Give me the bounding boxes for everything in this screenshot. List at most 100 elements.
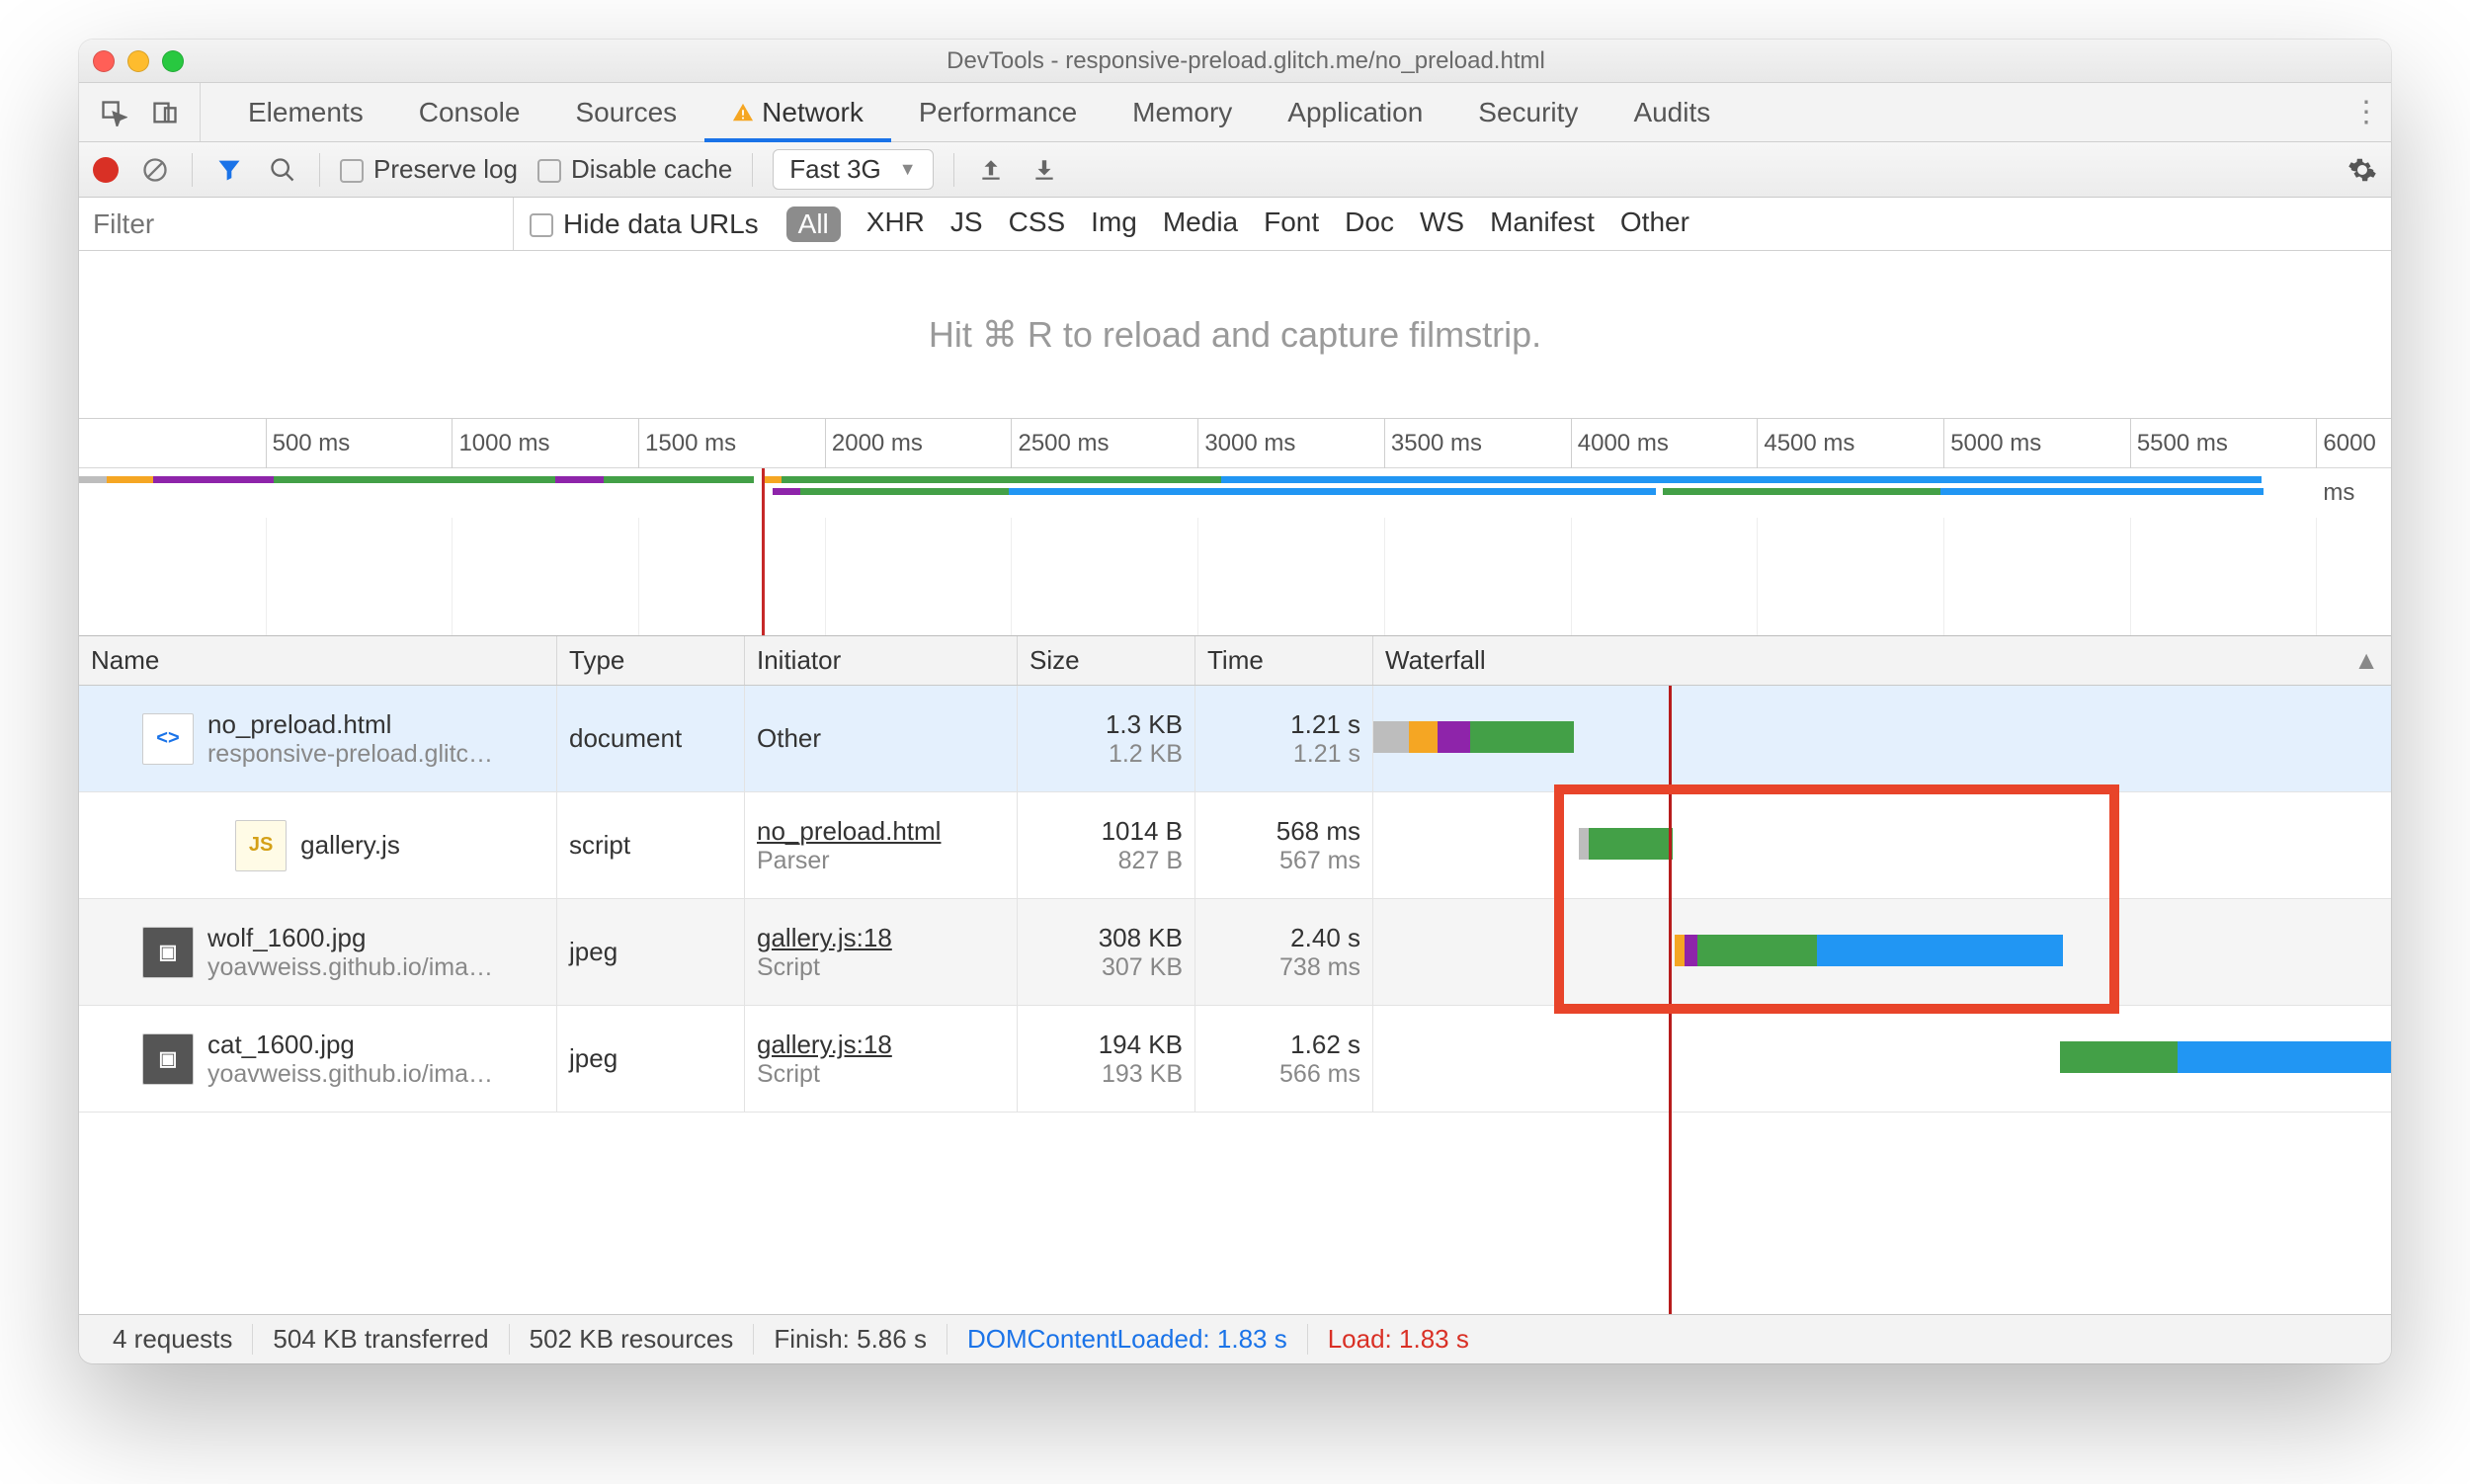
waterfall-segment (1589, 828, 1672, 860)
waterfall-segment (2178, 1041, 2391, 1073)
tab-performance[interactable]: Performance (891, 83, 1105, 141)
overview-tick: 6000 ms (2316, 419, 2391, 468)
inspect-element-icon[interactable] (97, 96, 130, 129)
status-dcl: DOMContentLoaded: 1.83 s (947, 1324, 1308, 1355)
tab-application[interactable]: Application (1260, 83, 1450, 141)
overview-bar-segment (1663, 488, 1940, 495)
clear-icon[interactable] (138, 153, 172, 187)
hide-data-urls-checkbox[interactable]: Hide data URLs (530, 208, 759, 240)
disable-cache-checkbox[interactable]: Disable cache (537, 154, 732, 185)
waterfall-segment (1817, 935, 2063, 966)
filter-type-img[interactable]: Img (1091, 206, 1137, 242)
filter-type-all[interactable]: All (786, 206, 841, 242)
overview-tick: 500 ms (266, 419, 351, 468)
waterfall-segment (1675, 935, 1685, 966)
waterfall-segment (1438, 721, 1470, 753)
overview-bar-segment (764, 476, 782, 483)
overview-tick: 3500 ms (1384, 419, 1482, 468)
waterfall-dcl-line (1669, 686, 1672, 1314)
devtools-window: DevTools - responsive-preload.glitch.me/… (79, 40, 2391, 1363)
filter-bar: Hide data URLs All XHR JS CSS Img Media Font Do… (79, 198, 2391, 251)
filter-type-css[interactable]: CSS (1009, 206, 1066, 242)
overview-bar-segment (1940, 488, 2264, 495)
tab-audits[interactable]: Audits (1606, 83, 1738, 141)
overview-bar-segment (79, 476, 107, 483)
overview-bar-segment (107, 476, 153, 483)
waterfall-segment (1409, 721, 1438, 753)
waterfall-segment (1470, 721, 1574, 753)
upload-har-icon[interactable] (974, 153, 1008, 187)
settings-gear-icon[interactable] (2347, 155, 2377, 185)
overview-tick: 2000 ms (825, 419, 923, 468)
overview-tick: 4000 ms (1571, 419, 1669, 468)
filter-type-media[interactable]: Media (1163, 206, 1238, 242)
warning-icon (732, 102, 754, 124)
tab-elements[interactable]: Elements (220, 83, 391, 141)
timeline-overview[interactable]: 500 ms 1000 ms 1500 ms 2000 ms 2500 ms 3000 m… (79, 419, 2391, 636)
request-row[interactable]: ▣wolf_1600.jpgyoavweiss.github.io/ima…jp… (79, 899, 2391, 1006)
sort-indicator-icon: ▲ (2353, 645, 2379, 676)
filter-input[interactable] (79, 198, 514, 250)
filter-type-xhr[interactable]: XHR (866, 206, 925, 242)
panel-tabs: ElementsConsoleSourcesNetworkPerformance… (79, 83, 2391, 142)
tab-memory[interactable]: Memory (1105, 83, 1260, 141)
tab-console[interactable]: Console (391, 83, 548, 141)
overview-dcl-line (762, 468, 765, 635)
waterfall-segment (1579, 828, 1589, 860)
window-title: DevTools - responsive-preload.glitch.me/… (184, 47, 2308, 75)
search-icon[interactable] (266, 153, 299, 187)
filter-type-ws[interactable]: WS (1420, 206, 1464, 242)
network-toolbar: Preserve log Disable cache Fast 3G▼ (79, 142, 2391, 198)
status-load: Load: 1.83 s (1308, 1324, 1489, 1355)
zoom-window-icon[interactable] (162, 50, 184, 72)
waterfall-segment (1685, 935, 1696, 966)
close-window-icon[interactable] (93, 50, 115, 72)
overview-tick: 1500 ms (638, 419, 736, 468)
overview-bar-segment (274, 476, 539, 483)
chevron-down-icon: ▼ (899, 159, 917, 180)
filter-type-font[interactable]: Font (1264, 206, 1319, 242)
waterfall-segment (2060, 1041, 2177, 1073)
more-menu-icon[interactable]: ⋮ (2351, 95, 2391, 129)
grid-header[interactable]: Name Type Initiator Size Time Waterfall▲ (79, 636, 2391, 686)
filter-type-other[interactable]: Other (1620, 206, 1689, 242)
requests-grid: Name Type Initiator Size Time Waterfall▲… (79, 636, 2391, 1314)
request-row[interactable]: ▣cat_1600.jpgyoavweiss.github.io/ima…jpe… (79, 1006, 2391, 1113)
request-row[interactable]: JSgallery.jsscriptno_preload.htmlParser1… (79, 792, 2391, 899)
overview-tick: 4500 ms (1757, 419, 1854, 468)
overview-tick: 2500 ms (1011, 419, 1109, 468)
filmstrip-hint: Hit ⌘ R to reload and capture filmstrip. (79, 251, 2391, 419)
overview-tick: 3000 ms (1197, 419, 1295, 468)
status-requests: 4 requests (93, 1324, 253, 1355)
filter-type-manifest[interactable]: Manifest (1490, 206, 1595, 242)
overview-bar-segment (555, 476, 604, 483)
status-finish: Finish: 5.86 s (754, 1324, 947, 1355)
throttling-select[interactable]: Fast 3G▼ (773, 149, 933, 190)
tab-network[interactable]: Network (704, 83, 891, 141)
filter-type-js[interactable]: JS (950, 206, 983, 242)
status-bar: 4 requests 504 KB transferred 502 KB res… (79, 1314, 2391, 1363)
tab-security[interactable]: Security (1450, 83, 1606, 141)
overview-bar-segment (539, 476, 555, 483)
request-row[interactable]: <>no_preload.htmlresponsive-preload.glit… (79, 686, 2391, 792)
overview-tick: 1000 ms (452, 419, 549, 468)
overview-tick: 5500 ms (2130, 419, 2228, 468)
waterfall-segment (1373, 721, 1409, 753)
device-toolbar-icon[interactable] (148, 96, 182, 129)
filter-type-doc[interactable]: Doc (1345, 206, 1394, 242)
record-button[interactable] (93, 157, 119, 183)
minimize-window-icon[interactable] (127, 50, 149, 72)
overview-bar-segment (800, 488, 1009, 495)
overview-bar-segment (782, 476, 1221, 483)
filter-icon[interactable] (212, 153, 246, 187)
overview-tick: 5000 ms (1943, 419, 2041, 468)
status-transferred: 504 KB transferred (253, 1324, 509, 1355)
overview-bar-segment (1221, 476, 2262, 483)
waterfall-segment (1697, 935, 1818, 966)
download-har-icon[interactable] (1028, 153, 1061, 187)
preserve-log-checkbox[interactable]: Preserve log (340, 154, 518, 185)
overview-bar-segment (1009, 488, 1656, 495)
status-resources: 502 KB resources (510, 1324, 755, 1355)
traffic-lights (93, 50, 184, 72)
tab-sources[interactable]: Sources (547, 83, 704, 141)
